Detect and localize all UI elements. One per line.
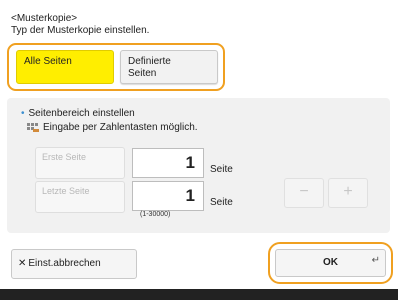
first-page-unit: Seite [210,164,233,175]
plus-button[interactable]: + [328,178,368,208]
bottom-status-bar [0,289,398,300]
first-page-input[interactable]: 1 [132,148,204,178]
defined-pages-label-line1: Definierte [128,56,171,67]
cancel-settings-label: Einst.abbrechen [28,258,101,269]
last-page-label: Letzte Seite [35,181,125,213]
last-page-unit: Seite [210,197,233,208]
minus-button[interactable]: − [284,178,324,208]
ok-focus-ring: OK ↵ [268,242,393,284]
numeric-keys-hint: Eingabe per Zahlentasten möglich. [27,122,198,133]
ok-label: OK [323,257,338,268]
screen-subtitle: Typ der Musterkopie einstellen. [11,25,150,36]
screen-title: <Musterkopie> [11,13,78,24]
screen-header: <Musterkopie> Typ der Musterkopie einste… [11,13,149,37]
bullet-icon: • [21,108,25,119]
numeric-keys-hint-text: Eingabe per Zahlentasten möglich. [43,122,198,133]
plus-icon: + [343,183,353,200]
page-range-title: • Seitenbereich einstellen [21,108,135,119]
ok-button[interactable]: OK ↵ [275,249,386,277]
numeric-keypad-icon [27,122,39,133]
last-page-input[interactable]: 1 [132,181,204,211]
close-icon: ✕ [18,258,27,269]
page-range-note: (1-30000) [140,211,171,218]
all-pages-label: Alle Seiten [24,56,72,67]
defined-pages-label-line2: Seiten [128,68,157,79]
page-range-panel: • Seitenbereich einstellen Eingabe per Za… [7,98,390,233]
enter-icon: ↵ [371,255,380,266]
minus-icon: − [299,183,309,200]
all-pages-button[interactable]: Alle Seiten [16,50,114,84]
defined-pages-button[interactable]: Definierte Seiten [120,50,218,84]
page-range-title-text: Seitenbereich einstellen [28,108,135,119]
cancel-settings-button[interactable]: ✕ Einst.abbrechen [11,249,137,279]
sample-type-selector: Alle Seiten Definierte Seiten [7,43,225,91]
first-page-label: Erste Seite [35,147,125,179]
